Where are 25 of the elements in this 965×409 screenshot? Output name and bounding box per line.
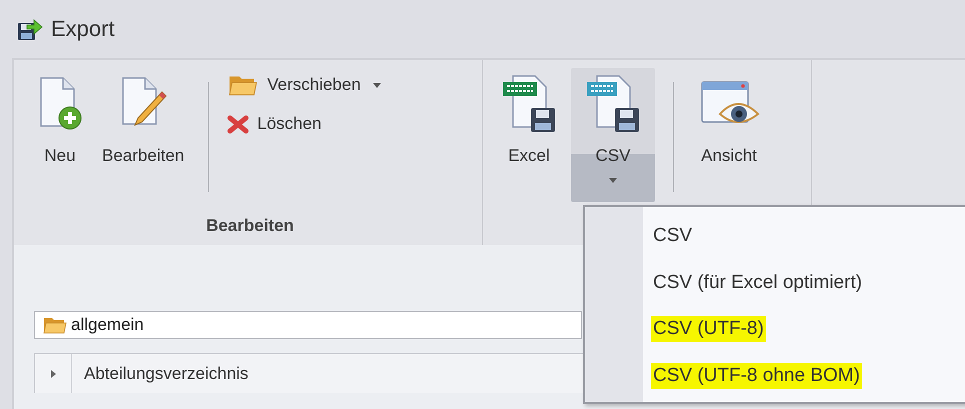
new-document-icon xyxy=(38,76,82,132)
menu-item[interactable]: CSV (UTF-8) xyxy=(651,316,766,342)
ribbon-button[interactable]: Neu xyxy=(32,68,88,202)
expand-arrow-icon[interactable] xyxy=(48,368,58,378)
ribbon-button[interactable]: Ansicht xyxy=(692,68,766,202)
ribbon-button[interactable]: Excel xyxy=(495,68,563,202)
folder-icon xyxy=(43,316,67,334)
delete-icon xyxy=(227,114,250,134)
ribbon-button[interactable]: CSV xyxy=(571,68,655,202)
group-label: Bearbeiten xyxy=(205,215,295,237)
menu-item[interactable]: CSV (UTF-8 ohne BOM) xyxy=(651,362,862,389)
ribbon-button[interactable]: Verschieben xyxy=(223,72,385,98)
menu-item[interactable]: CSV xyxy=(651,223,694,250)
ribbon-button[interactable]: Bearbeiten xyxy=(96,68,190,202)
menu-item[interactable]: CSV (für Excel optimiert) xyxy=(651,270,864,296)
folder-icon xyxy=(227,74,260,96)
path-field[interactable]: allgemein xyxy=(34,311,582,339)
spreadsheet-save-icon xyxy=(501,74,557,134)
caret-icon xyxy=(609,178,617,183)
export-icon xyxy=(17,17,43,41)
ribbon-button[interactable]: Löschen xyxy=(223,112,385,136)
window-title: Export xyxy=(51,16,115,42)
caret-icon xyxy=(372,82,381,88)
tree-item[interactable]: Abteilungsverzeichnis xyxy=(72,364,248,384)
csv-save-icon xyxy=(585,74,641,134)
